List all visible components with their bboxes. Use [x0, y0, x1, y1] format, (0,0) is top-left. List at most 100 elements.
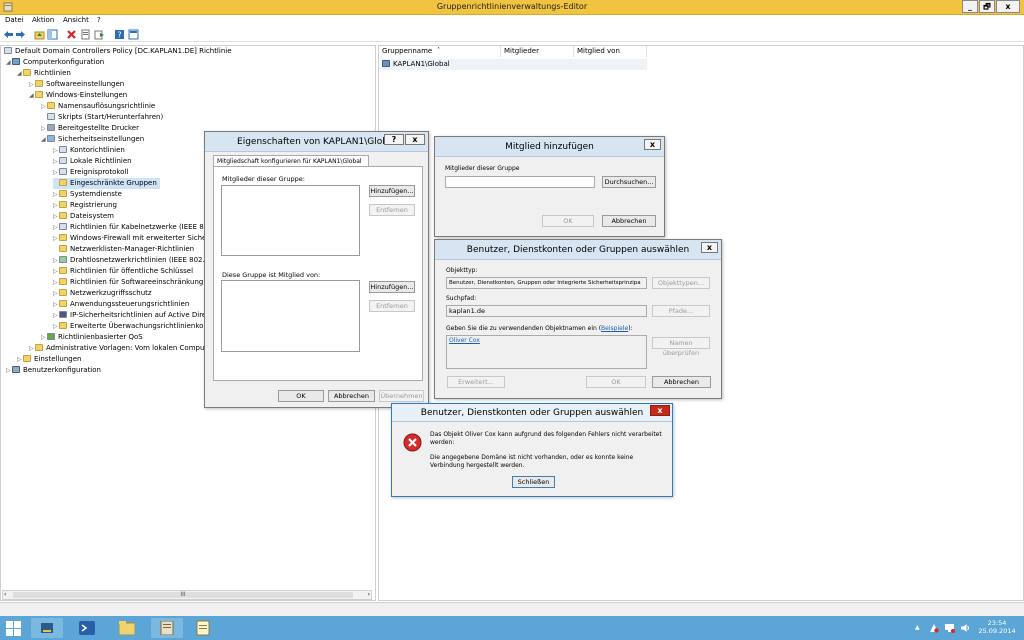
tree-node-kontorichtlinien[interactable]: ▷ Kontorichtlinien — [53, 145, 125, 156]
column-header-mitglied-von[interactable]: Mitglied von — [574, 46, 647, 57]
tree-node-computerkonfiguration[interactable]: ◢ Computerkonfiguration — [6, 57, 104, 68]
tree-horizontal-scrollbar[interactable]: ‹ III › — [2, 590, 372, 600]
menu-datei[interactable]: Datei — [5, 16, 24, 24]
examples-link[interactable]: Beispiele — [601, 325, 628, 332]
back-arrow-icon[interactable] — [3, 29, 14, 40]
tree-node-label: Richtlinien für öffentliche Schlüssel — [70, 267, 194, 275]
column-header-mitglieder[interactable]: Mitglieder — [501, 46, 574, 57]
object-names-textarea[interactable]: Oliver Cox — [446, 335, 647, 369]
show-tree-icon[interactable] — [47, 29, 58, 40]
menu-aktion[interactable]: Aktion — [32, 16, 54, 24]
memberof-list[interactable] — [221, 280, 360, 352]
tree-node-firewall[interactable]: ▷ Windows-Firewall mit erweiterter Sicher… — [53, 233, 214, 244]
help-icon[interactable]: ? — [114, 29, 125, 40]
tree-node-policy-root[interactable]: Default Domain Controllers Policy [DC.KA… — [4, 46, 232, 57]
tree-node-qos[interactable]: ▷ Richtlinienbasierter QoS — [41, 332, 143, 343]
folder-icon — [59, 300, 67, 307]
menu-help[interactable]: ? — [97, 16, 101, 24]
clock-date: 25.09.2014 — [978, 627, 1016, 635]
add-memberof-button[interactable]: Hinzufügen... — [369, 281, 415, 293]
apply-button[interactable]: Übernehmen — [379, 390, 424, 402]
scroll-thumb[interactable]: III — [13, 592, 353, 598]
help-button[interactable]: ? — [384, 134, 404, 145]
tray-expand-icon[interactable]: ▲ — [915, 624, 920, 631]
list-row-group[interactable]: KAPLAN1\Global — [382, 59, 647, 70]
tree-node-ueberwachung[interactable]: ▷ Erweiterte Überwachungsrichtlinienkonfi — [53, 321, 212, 332]
tree-node-drucker[interactable]: ▷ Bereitgestellte Drucker — [41, 123, 139, 134]
error-close-dialog-button[interactable]: Schließen — [512, 476, 555, 488]
cancel-button[interactable]: Abbrechen — [328, 390, 375, 402]
tree-node-namensaufloesung[interactable]: ▷ Namensauflösungsrichtlinie — [41, 101, 155, 112]
add-member-close-button[interactable]: x — [644, 139, 661, 150]
browse-button[interactable]: Durchsuchen... — [602, 176, 656, 188]
tree-node-eingeschraenkte-gruppen[interactable]: Eingeschränkte Gruppen — [53, 178, 160, 189]
explorer-button[interactable] — [111, 618, 143, 638]
scroll-right-arrow-icon[interactable]: › — [368, 591, 370, 598]
tree-node-lokale-richtlinien[interactable]: ▷ Lokale Richtlinien — [53, 156, 132, 167]
speaker-icon[interactable] — [960, 623, 970, 633]
menu-ansicht[interactable]: Ansicht — [63, 16, 89, 24]
policy-icon — [4, 47, 12, 54]
tree-node-ip-sicherheit[interactable]: ▷ IP-Sicherheitsrichtlinien auf Active Di… — [53, 310, 213, 321]
tree-node-kabelnetzwerke[interactable]: ▷ Richtlinien für Kabelnetzwerke (IEEE 80… — [53, 222, 219, 233]
object-types-button[interactable]: Objekttypen... — [652, 277, 710, 289]
clock[interactable]: 23:54 25.09.2014 — [976, 619, 1018, 635]
column-label: Gruppenname — [382, 47, 433, 55]
tree-node-administrative-vorlagen[interactable]: ▷ Administrative Vorlagen: Vom lokalen Co… — [29, 343, 211, 354]
tree-node-softwareeinstellungen[interactable]: ▷ Softwareeinstellungen — [29, 79, 124, 90]
tree-node-netzwerklisten[interactable]: Netzwerklisten-Manager-Richtlinien — [53, 244, 194, 255]
folder-up-icon[interactable] — [34, 29, 45, 40]
export-list-icon[interactable] — [94, 29, 105, 40]
tree-node-dateisystem[interactable]: ▷ Dateisystem — [53, 211, 114, 222]
network-icon[interactable] — [944, 623, 955, 633]
sort-ascending-icon: ˄ — [437, 47, 440, 54]
tree-node-benutzerkonfiguration[interactable]: ▷ Benutzerkonfiguration — [6, 365, 101, 376]
tree-node-netzwerkzugriffsschutz[interactable]: ▷ Netzwerkzugriffsschutz — [53, 288, 152, 299]
tree-node-systemdienste[interactable]: ▷ Systemdienste — [53, 189, 122, 200]
tree-node-skripts[interactable]: Skripts (Start/Herunterfahren) — [41, 112, 163, 123]
select-cancel-button[interactable]: Abbrechen — [652, 376, 711, 388]
add-member-input[interactable] — [445, 176, 595, 188]
close-button[interactable]: x — [996, 0, 1020, 13]
scroll-left-arrow-icon[interactable]: ‹ — [4, 591, 6, 598]
tree-node-softwareeinschraenkung[interactable]: ▷ Richtlinien für Softwareeinschränkung — [53, 277, 203, 288]
add-member-ok-button[interactable]: OK — [542, 215, 594, 227]
select-ok-button[interactable]: OK — [586, 376, 646, 388]
tree-node-registrierung[interactable]: ▷ Registrierung — [53, 200, 117, 211]
tree-node-sicherheitseinstellungen[interactable]: ◢ Sicherheitseinstellungen — [41, 134, 144, 145]
column-header-gruppenname[interactable]: Gruppenname ˄ — [379, 46, 501, 57]
add-member-cancel-button[interactable]: Abbrechen — [602, 215, 656, 227]
remove-memberof-button[interactable]: Entfernen — [369, 300, 415, 312]
notepad-button[interactable] — [187, 618, 219, 638]
powershell-button[interactable] — [71, 618, 103, 638]
error-close-button[interactable]: x — [650, 405, 670, 416]
tree-node-drahtlos[interactable]: ▷ Drahtlosnetzwerkrichtlinien (IEEE 802.1… — [53, 255, 216, 266]
tree-node-einstellungen[interactable]: ▷ Einstellungen — [17, 354, 81, 365]
svg-text:?: ? — [117, 31, 121, 40]
advanced-button[interactable]: Erweitert... — [447, 376, 505, 388]
check-names-button[interactable]: Namen überprüfen — [652, 337, 710, 357]
tree-node-windows-einstellungen[interactable]: ◢ Windows-Einstellungen — [29, 90, 127, 101]
ok-button[interactable]: OK — [278, 390, 324, 402]
action-center-icon[interactable] — [929, 623, 939, 633]
windows-start-icon[interactable] — [6, 621, 21, 636]
remove-member-button[interactable]: Entfernen — [369, 204, 415, 216]
view-icon[interactable] — [128, 29, 139, 40]
members-list[interactable] — [221, 185, 360, 256]
server-manager-button[interactable] — [31, 618, 63, 638]
tree-node-oeffentliche-schluessel[interactable]: ▷ Richtlinien für öffentliche Schlüssel — [53, 266, 193, 277]
gpo-editor-button[interactable] — [151, 618, 183, 638]
select-dialog-close-button[interactable]: x — [701, 242, 718, 253]
tree-node-anwendungssteuerung[interactable]: ▷ Anwendungssteuerungsrichtlinien — [53, 299, 189, 310]
properties-close-button[interactable]: x — [405, 134, 425, 145]
add-member-button[interactable]: Hinzufügen... — [369, 185, 415, 197]
paths-button[interactable]: Pfade... — [652, 305, 710, 317]
forward-arrow-icon[interactable] — [15, 29, 26, 40]
tree-node-ereignisprotokoll[interactable]: ▷ Ereignisprotokoll — [53, 167, 128, 178]
tree-node-richtlinien[interactable]: ◢ Richtlinien — [17, 68, 71, 79]
delete-icon[interactable] — [66, 29, 77, 40]
object-name-entry[interactable]: Oliver Cox — [449, 337, 480, 344]
maximize-button[interactable]: 🗗 — [979, 0, 995, 13]
minimize-button[interactable]: _ — [962, 0, 978, 13]
properties-icon[interactable] — [80, 29, 91, 40]
